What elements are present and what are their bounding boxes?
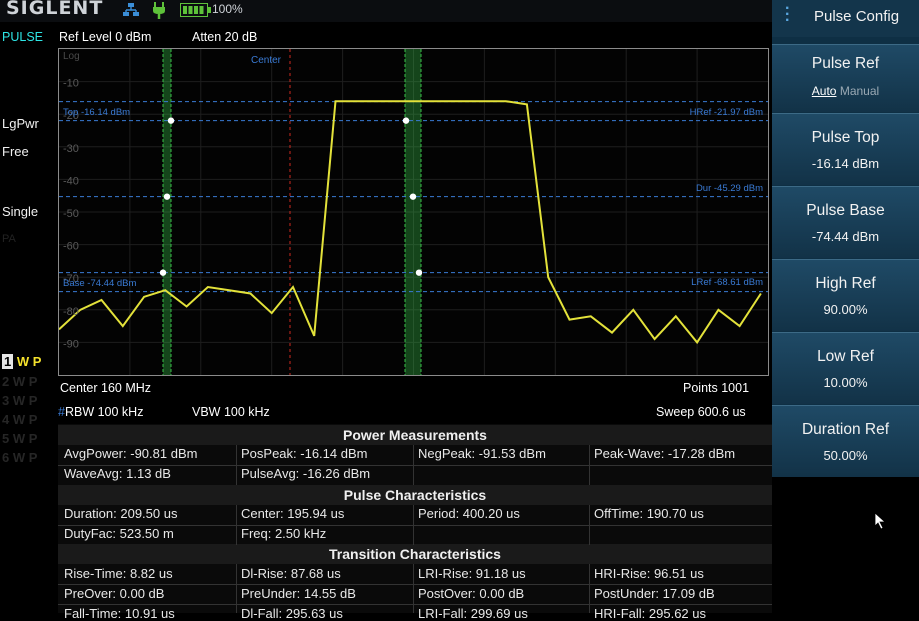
transition-measurement-cell: PostOver: 0.00 dB	[418, 586, 525, 601]
transition-measurement-cell: PreUnder: 14.55 dB	[241, 586, 356, 601]
lref-label: LRef -68.61 dBm	[691, 277, 763, 288]
transition-characteristics-header: Transition Characteristics	[58, 544, 772, 564]
run-status: Free	[2, 144, 29, 159]
power-measurement-cell: PulseAvg: -16.26 dBm	[241, 466, 371, 481]
network-icon	[122, 2, 140, 23]
edge-marker-dot	[402, 117, 410, 124]
top-status-bar	[0, 0, 772, 22]
transition-marker-band	[405, 49, 421, 375]
transition-measurement-cell: LRI-Rise: 91.18 us	[418, 566, 526, 581]
vbw[interactable]: VBW 100 kHz	[192, 405, 270, 419]
table-divider	[413, 564, 414, 613]
table-divider	[589, 564, 590, 613]
low-ref-button[interactable]: Low Ref 10.00%	[772, 332, 919, 404]
duration-ref-button[interactable]: Duration Ref 50.00%	[772, 405, 919, 477]
y-axis-tick-label: -90	[63, 338, 79, 350]
trace-5-status[interactable]: 5 W P	[2, 431, 37, 446]
pulse-ref-manual: Manual	[839, 84, 880, 98]
mouse-cursor-icon	[874, 512, 890, 535]
center-marker-label: Center	[251, 55, 282, 66]
trace-3-status[interactable]: 3 W P	[2, 393, 37, 408]
sweep-time[interactable]: Sweep 600.6 us	[656, 405, 746, 419]
table-divider	[58, 525, 772, 526]
menu-dots-icon[interactable]: · · ·	[785, 1, 790, 29]
transition-measurement-cell: HRI-Rise: 96.51 us	[594, 566, 704, 581]
brand-logo: SIGLENT	[6, 0, 104, 19]
top-ref-label: Top -16.14 dBm	[63, 107, 130, 118]
power-measurement-cell: Peak-Wave: -17.28 dBm	[594, 446, 736, 461]
attenuation[interactable]: Atten 20 dB	[192, 30, 257, 44]
transition-measurement-cell: Dl-Fall: 295.63 us	[241, 606, 343, 621]
dur-label: Dur -45.29 dBm	[696, 183, 763, 194]
transition-measurement-cell: Dl-Rise: 87.68 us	[241, 566, 341, 581]
transition-measurement-cell: Rise-Time: 8.82 us	[64, 566, 173, 581]
edge-marker-dot	[163, 193, 171, 200]
preamp-status: PA	[2, 233, 16, 245]
table-divider	[58, 584, 772, 585]
pulse-characteristics-header: Pulse Characteristics	[58, 485, 772, 505]
y-axis-tick-label: -10	[63, 78, 79, 90]
y-axis-tick-label: -30	[63, 143, 79, 155]
trace-1-status[interactable]: 1 W P	[2, 354, 41, 369]
pulse-measurement-cell: Freq: 2.50 kHz	[241, 526, 327, 541]
power-measurements-header: Power Measurements	[58, 425, 772, 445]
power-plug-icon	[151, 1, 167, 24]
table-divider	[58, 604, 772, 605]
edge-marker-dot	[415, 269, 423, 276]
pulse-ref-button[interactable]: Pulse Ref Auto Manual	[772, 44, 919, 112]
pulse-measurement-cell: Center: 195.94 us	[241, 506, 345, 521]
base-ref-label: Base -74.44 dBm	[63, 278, 136, 289]
trace-6-status[interactable]: 6 W P	[2, 450, 37, 465]
mode-label: PULSE	[2, 30, 43, 44]
transition-measurement-cell: PostUnder: 17.09 dB	[594, 586, 715, 601]
table-divider	[236, 564, 237, 613]
center-freq[interactable]: Center 160 MHz	[60, 381, 151, 395]
trace-2-status[interactable]: 2 W P	[2, 374, 37, 389]
pulse-ref-auto: Auto	[811, 84, 837, 98]
power-measurement-cell: AvgPower: -90.81 dBm	[64, 446, 198, 461]
edge-marker-dot	[159, 269, 167, 276]
transition-measurement-cell: PreOver: 0.00 dB	[64, 586, 165, 601]
edge-marker-dot	[167, 117, 175, 124]
transition-marker-band	[163, 49, 171, 375]
power-measurement-cell: WaveAvg: 1.13 dB	[64, 466, 171, 481]
panel-empty-area	[772, 477, 919, 613]
pulse-top-button[interactable]: Pulse Top -16.14 dBm	[772, 113, 919, 185]
y-axis-tick-label: -60	[63, 241, 79, 253]
sweep-mode-status: Single	[2, 204, 39, 219]
detector-status: LgPwr	[2, 116, 39, 131]
high-ref-button[interactable]: High Ref 90.00%	[772, 259, 919, 331]
pulse-measurement-cell: Period: 400.20 us	[418, 506, 520, 521]
trace-plot: Log Center -10-20-30-40-50-60-70-80-90 T…	[59, 49, 768, 375]
transition-measurement-cell: LRI-Fall: 299.69 us	[418, 606, 528, 621]
pulse-measurement-cell: OffTime: 190.70 us	[594, 506, 704, 521]
panel-title: Pulse Config	[814, 8, 900, 25]
transition-measurement-cell: HRI-Fall: 295.62 us	[594, 606, 706, 621]
y-axis-tick-label: -80	[63, 306, 79, 318]
pulse-measurement-cell: Duration: 209.50 us	[64, 506, 178, 521]
y-axis-tick-label: -40	[63, 175, 79, 187]
transition-measurement-cell: Fall-Time: 10.91 us	[64, 606, 175, 621]
pulse-measurement-cell: DutyFac: 523.50 m	[64, 526, 174, 541]
power-measurement-cell: NegPeak: -91.53 dBm	[418, 446, 546, 461]
table-divider	[58, 465, 772, 466]
battery-level: 100%	[212, 2, 243, 16]
ref-level[interactable]: Ref Level 0 dBm	[59, 30, 151, 44]
rbw[interactable]: #RBW 100 kHz	[58, 405, 143, 419]
edge-marker-dot	[409, 193, 417, 200]
href-label: HRef -21.97 dBm	[690, 107, 763, 118]
power-measurement-cell: PosPeak: -16.14 dBm	[241, 446, 368, 461]
pulse-base-button[interactable]: Pulse Base -74.44 dBm	[772, 186, 919, 258]
spectrum-graticule[interactable]: Log Center -10 -20 -30 -40 -50 -60 -70 -80 -90 T…	[58, 48, 769, 376]
scale-type: Log	[63, 51, 80, 62]
trace-4-status[interactable]: 4 W P	[2, 412, 37, 427]
y-axis-tick-label: -50	[63, 208, 79, 220]
sweep-points[interactable]: Points 1001	[683, 381, 749, 395]
battery-icon	[180, 3, 212, 22]
